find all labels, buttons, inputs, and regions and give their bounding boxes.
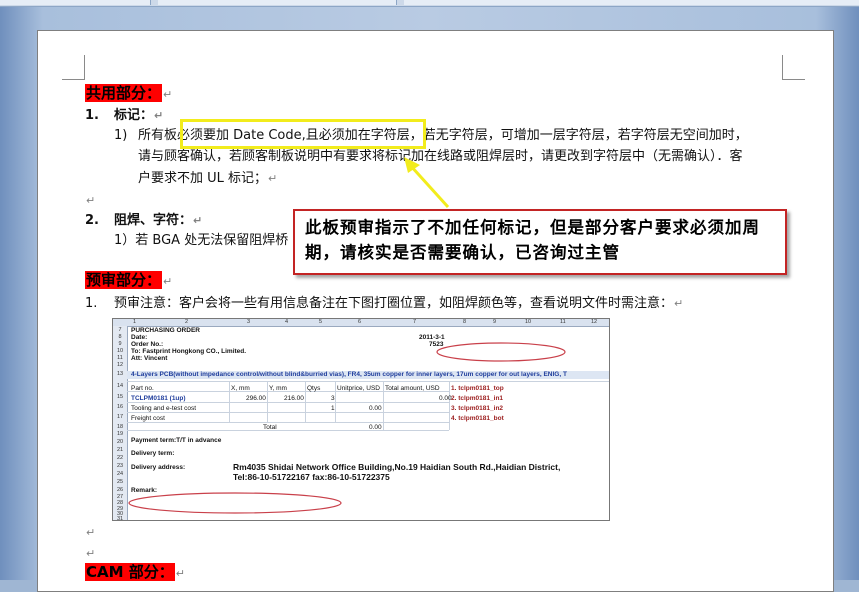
document-page[interactable]: 共用部分： ↵ 1. 标记：↵ 1) 所有板必须要加 Date Code,且必须加… xyxy=(37,30,834,592)
window-tab-3[interactable] xyxy=(404,0,859,5)
annotation-arrow xyxy=(404,157,450,209)
title-bar-strip xyxy=(0,0,859,7)
window-tab-2[interactable] xyxy=(158,0,397,5)
window-tab-1[interactable] xyxy=(0,0,151,5)
review-comment-callout: 此板预审指示了不加任何标记，但是部分客户要求必须加周期，请核实是否需要确认，已咨… xyxy=(293,209,787,275)
